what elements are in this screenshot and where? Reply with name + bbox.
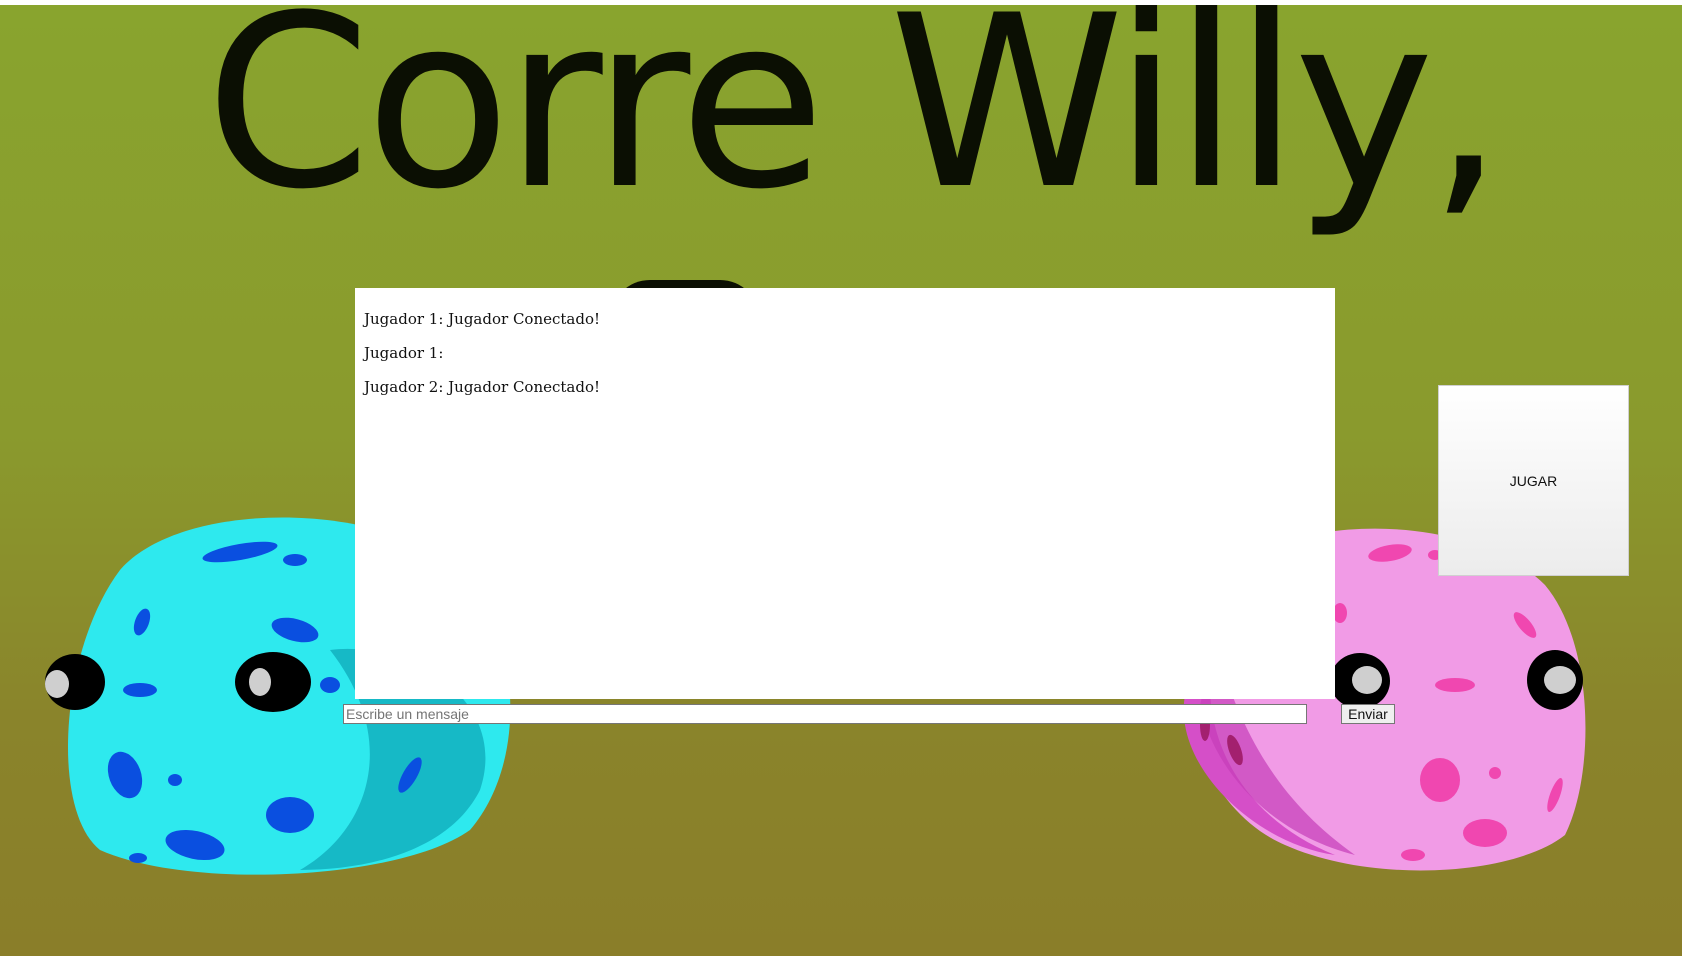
chat-messages-panel: Jugador 1: Jugador Conectado! Jugador 1:… xyxy=(355,288,1335,699)
game-title: Corre Willy, xyxy=(205,5,1504,242)
play-button[interactable]: JUGAR xyxy=(1438,385,1629,576)
chat-message: Jugador 1: xyxy=(364,344,444,362)
send-button[interactable]: Enviar xyxy=(1341,704,1395,724)
message-input[interactable] xyxy=(343,704,1307,724)
game-background: Corre Willy, Jugador 1: Jugador Conectad… xyxy=(0,5,1682,956)
chat-message: Jugador 1: Jugador Conectado! xyxy=(364,310,601,328)
chat-message: Jugador 2: Jugador Conectado! xyxy=(364,378,601,396)
